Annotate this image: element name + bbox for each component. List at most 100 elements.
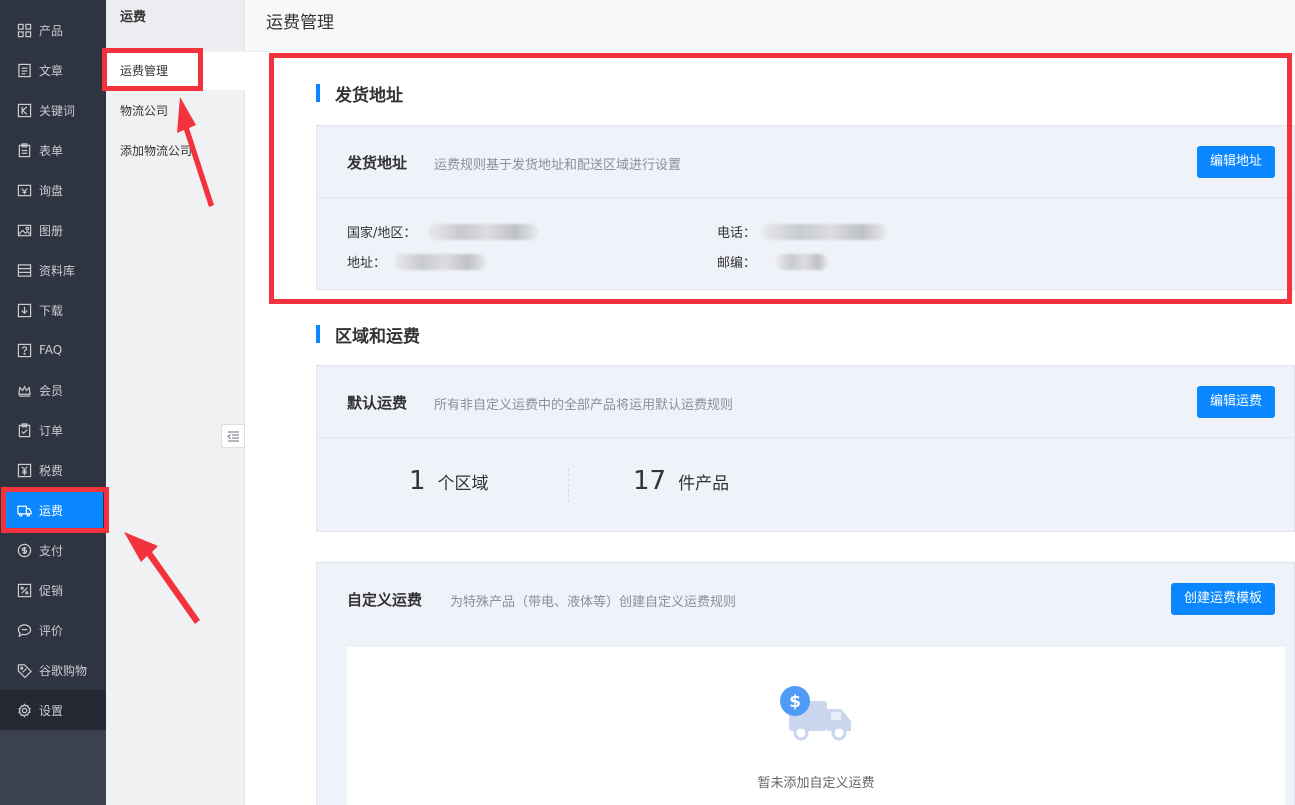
custom-shipping-empty-state: $ 暂未添加自定义运费 [347, 647, 1285, 805]
sidebar-item-label: 运费 [39, 503, 64, 518]
payment-icon [17, 543, 32, 558]
comment-icon [17, 623, 32, 638]
sidebar-item-label: 会员 [39, 383, 64, 398]
inquiry-icon [17, 183, 32, 198]
phone-row: 电话： [717, 222, 888, 241]
create-shipping-template-button[interactable]: 创建运费模板 [1170, 583, 1275, 615]
zone-count-stat: 1 个区域 [409, 466, 489, 496]
phone-value-redacted [762, 223, 888, 240]
section-title-zones-rates: 区域和运费 [316, 322, 420, 347]
crown-icon [17, 383, 32, 398]
default-shipping-card: 默认运费 所有非自定义运费中的全部产品将运用默认运费规则 编辑运费 1 个区域 … [316, 365, 1295, 532]
product-count: 17 [633, 466, 667, 496]
sidebar-item-inquiries[interactable]: 询盘 [0, 170, 106, 210]
sidebar-item-label: 订单 [39, 423, 64, 438]
country-row: 国家/地区： [347, 222, 539, 241]
sidebar-item-keywords[interactable]: 关键词 [0, 90, 106, 130]
gear-icon [17, 702, 32, 718]
order-icon [17, 422, 32, 438]
image-icon [17, 223, 32, 238]
shipping-address-card: 发货地址 运费规则基于发货地址和配送区域进行设置 编辑地址 国家/地区： 地址：… [316, 125, 1295, 290]
product-count-stat: 17 件产品 [633, 466, 729, 496]
submenu-item-logistics-companies[interactable]: 物流公司 [106, 92, 245, 130]
country-label: 国家/地区： [347, 226, 417, 241]
page-title: 运费管理 [266, 13, 334, 33]
sidebar-item-label: FAQ [39, 343, 63, 357]
card-title: 默认运费 [347, 394, 408, 412]
sidebar-item-label: 文章 [39, 63, 64, 78]
sidebar-item-forms[interactable]: 表单 [0, 130, 106, 170]
country-value-redacted [428, 223, 539, 240]
download-icon [17, 303, 32, 318]
sidebar-item-payment[interactable]: 支付 [0, 530, 106, 570]
tax-icon [17, 463, 32, 478]
address-row: 地址： [347, 252, 487, 271]
sidebar-item-label: 表单 [39, 143, 64, 158]
sidebar-item-label: 关键词 [39, 103, 76, 118]
card-description: 运费规则基于发货地址和配送区域进行设置 [434, 158, 682, 173]
default-shipping-card-header: 默认运费 所有非自定义运费中的全部产品将运用默认运费规则 编辑运费 [317, 366, 1294, 438]
sidebar-item-label: 图册 [39, 223, 64, 238]
sidebar-item-label: 资料库 [39, 263, 76, 278]
sidebar-item-label: 评价 [39, 623, 64, 638]
empty-state-text: 暂未添加自定义运费 [757, 776, 875, 791]
sidebar-item-tax[interactable]: 税费 [0, 450, 106, 490]
document-icon [17, 63, 32, 78]
sidebar-item-gallery[interactable]: 图册 [0, 210, 106, 250]
faq-icon [17, 343, 32, 358]
address-label: 地址： [347, 256, 387, 271]
secondary-menu: 运费 运费管理 物流公司 添加物流公司 [106, 0, 245, 805]
card-description: 为特殊产品（带电、液体等）创建自定义运费规则 [450, 595, 737, 610]
address-value-redacted [394, 253, 487, 270]
zip-row: 邮编： [717, 252, 829, 271]
sidebar-item-google-shopping[interactable]: 谷歌购物 [0, 650, 106, 690]
section-title-shipping-address: 发货地址 [316, 81, 403, 106]
edit-address-button[interactable]: 编辑地址 [1196, 146, 1275, 178]
sidebar-item-label: 支付 [39, 543, 64, 558]
truck-icon [17, 503, 32, 518]
custom-shipping-card-header: 自定义运费 为特殊产品（带电、液体等）创建自定义运费规则 创建运费模板 [317, 563, 1294, 635]
stat-divider [568, 468, 569, 502]
sidebar-item-promotions[interactable]: 促销 [0, 570, 106, 610]
edit-shipping-button[interactable]: 编辑运费 [1196, 386, 1275, 418]
submenu-item-add-logistics-company[interactable]: 添加物流公司 [106, 132, 245, 170]
sidebar-item-label: 下载 [39, 303, 64, 318]
sidebar-item-label: 设置 [39, 703, 64, 718]
zone-count: 1 [409, 466, 426, 496]
collapse-icon [226, 430, 240, 442]
svg-text:$: $ [789, 692, 801, 712]
sidebar-item-label: 产品 [39, 23, 64, 38]
keyword-icon [17, 103, 32, 118]
sidebar-item-members[interactable]: 会员 [0, 370, 106, 410]
sidebar-item-label: 询盘 [39, 183, 64, 198]
sidebar-footer [0, 730, 106, 805]
sidebar-item-reviews[interactable]: 评价 [0, 610, 106, 650]
zip-label: 邮编： [717, 256, 757, 271]
shipping-address-card-header: 发货地址 运费规则基于发货地址和配送区域进行设置 编辑地址 [317, 126, 1294, 198]
collapse-menu-button[interactable] [221, 424, 245, 448]
sidebar-item-orders[interactable]: 订单 [0, 410, 106, 450]
card-title: 发货地址 [347, 154, 408, 172]
phone-label: 电话： [717, 226, 757, 241]
sidebar-item-downloads[interactable]: 下载 [0, 290, 106, 330]
sidebar-item-library[interactable]: 资料库 [0, 250, 106, 290]
sidebar-item-products[interactable]: 产品 [0, 10, 106, 50]
page-header: 运费管理 [245, 0, 1295, 52]
sidebar-item-label: 谷歌购物 [39, 663, 88, 678]
zone-unit: 个区域 [437, 474, 489, 494]
sidebar-item-faq[interactable]: FAQ [0, 330, 106, 370]
submenu-item-shipping-management[interactable]: 运费管理 [106, 52, 245, 90]
sidebar-item-articles[interactable]: 文章 [0, 50, 106, 90]
sidebar-item-shipping[interactable]: 运费 [5, 492, 103, 528]
library-icon [17, 263, 32, 278]
sidebar-item-label: 促销 [39, 583, 64, 598]
sidebar-item-settings[interactable]: 设置 [0, 690, 106, 730]
submenu-title: 运费 [106, 0, 244, 50]
card-title: 自定义运费 [347, 591, 423, 609]
main-sidebar: 产品 文章 关键词 表单 询盘 图册 资料库 下载 FAQ 会员 订单 税费 运… [0, 0, 106, 805]
grid-icon [17, 23, 32, 38]
sidebar-item-label: 税费 [39, 463, 64, 478]
main-content: 运费管理 发货地址 发货地址 运费规则基于发货地址和配送区域进行设置 编辑地址 … [245, 0, 1295, 805]
empty-truck-icon: $ [775, 685, 859, 751]
card-description: 所有非自定义运费中的全部产品将运用默认运费规则 [434, 398, 734, 413]
